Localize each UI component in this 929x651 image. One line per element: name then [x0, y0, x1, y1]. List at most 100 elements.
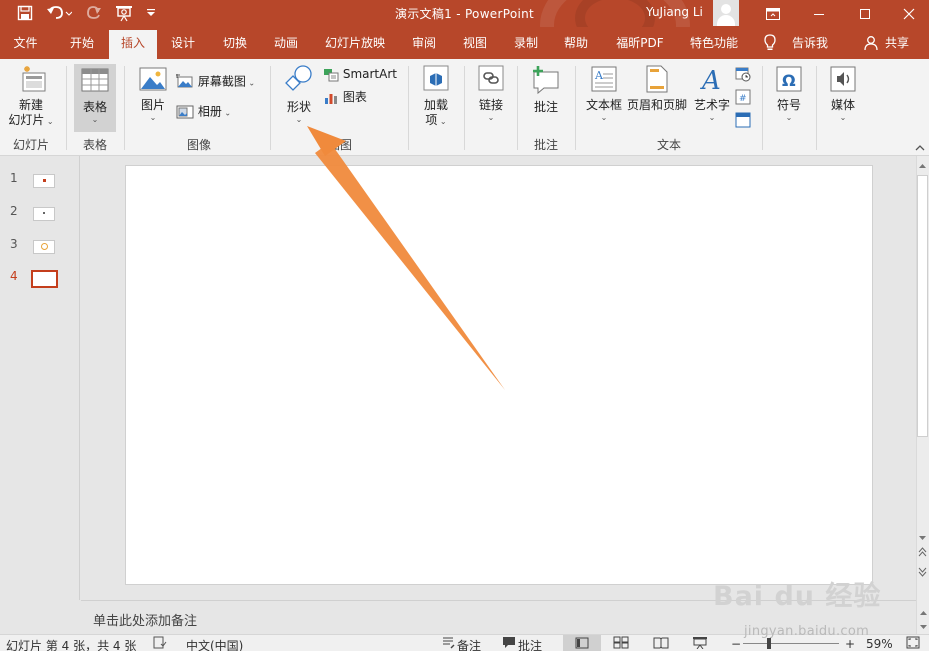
zoom-slider-thumb[interactable]: [767, 638, 772, 649]
album-button[interactable]: 相册 ⌄: [176, 104, 246, 121]
tab-special-features[interactable]: 特色功能: [682, 27, 746, 59]
symbol-label: 符号: [776, 98, 801, 112]
previous-slide-icon[interactable]: [918, 546, 927, 560]
addins-button[interactable]: 加载 项 ⌄: [416, 64, 456, 129]
tab-design[interactable]: 设计: [160, 27, 206, 59]
comment-button[interactable]: 批注: [526, 64, 566, 115]
link-button[interactable]: 链接 ⌄: [472, 64, 510, 123]
smartart-icon: [324, 68, 339, 81]
baidu-watermark-url: jingyan.baidu.com: [744, 624, 870, 639]
next-slide-icon[interactable]: [918, 566, 927, 580]
language-status[interactable]: 中文(中国): [186, 637, 243, 651]
textbox-icon: A: [591, 66, 617, 92]
tab-review[interactable]: 审阅: [402, 27, 446, 59]
tab-animations[interactable]: 动画: [263, 27, 309, 59]
table-button[interactable]: 表格 ⌄: [74, 64, 116, 132]
tell-me-search[interactable]: 告诉我: [786, 27, 834, 59]
shapes-button[interactable]: 形状 ⌄: [280, 64, 318, 125]
slide-thumbnail-4[interactable]: [31, 270, 58, 288]
tab-foxit-pdf[interactable]: 福昕PDF: [606, 27, 674, 59]
smartart-button[interactable]: SmartArt: [323, 67, 399, 82]
scroll-up-icon[interactable]: [918, 159, 927, 173]
chevron-down-icon: ⌄: [708, 113, 716, 122]
omega-icon: Ω: [776, 66, 802, 92]
tab-file[interactable]: 文件: [0, 27, 51, 59]
slide-sorter-view-icon[interactable]: [613, 636, 629, 651]
accessibility-check-icon[interactable]: [153, 636, 167, 651]
current-slide-canvas[interactable]: [125, 165, 873, 585]
slide-number-icon[interactable]: #: [735, 89, 751, 108]
zoom-in-button[interactable]: +: [845, 637, 855, 651]
notes-scrollbar[interactable]: [916, 600, 929, 634]
ribbon-display-options-icon[interactable]: [750, 0, 796, 27]
link-icon: [478, 65, 504, 91]
symbol-button[interactable]: Ω 符号 ⌄: [770, 64, 808, 123]
group-separator: [575, 66, 576, 150]
fit-to-window-icon[interactable]: [906, 636, 920, 651]
comments-toggle-button[interactable]: 批注: [518, 637, 542, 651]
slide-number: 3: [10, 237, 18, 251]
slide-thumbnail-2[interactable]: [33, 207, 55, 221]
screenshot-button[interactable]: 屏幕截图 ⌄: [176, 74, 262, 91]
notes-toggle-icon[interactable]: [441, 636, 455, 651]
normal-view-button[interactable]: [563, 635, 601, 651]
header-footer-label: 页眉和页脚: [626, 98, 687, 112]
date-time-icon[interactable]: [735, 66, 751, 85]
scroll-up-icon[interactable]: [919, 606, 928, 620]
addins-icon: [423, 65, 449, 91]
user-name[interactable]: YuJiang Li: [646, 5, 703, 19]
header-footer-button[interactable]: 页眉和页脚: [626, 64, 688, 113]
close-icon[interactable]: [888, 0, 929, 27]
scroll-down-icon[interactable]: [919, 620, 928, 634]
scroll-down-icon[interactable]: [918, 531, 927, 545]
maximize-icon[interactable]: [842, 0, 888, 27]
slide-thumbnail-3[interactable]: [33, 240, 55, 254]
tab-slideshow[interactable]: 幻灯片放映: [315, 27, 395, 59]
chart-button[interactable]: 图表: [323, 90, 383, 105]
picture-button[interactable]: 图片 ⌄: [134, 64, 172, 123]
share-button[interactable]: 共享: [880, 27, 914, 59]
chevron-down-icon: ⌄: [785, 113, 793, 122]
reading-view-icon[interactable]: [653, 636, 669, 651]
lightbulb-icon[interactable]: [760, 27, 780, 59]
shapes-icon: [285, 65, 312, 91]
tab-view[interactable]: 视图: [452, 27, 498, 59]
minimize-icon[interactable]: [796, 0, 842, 27]
slide-thumbnail-1[interactable]: [33, 174, 55, 188]
tab-record[interactable]: 录制: [504, 27, 548, 59]
media-button[interactable]: 媒体 ⌄: [824, 64, 862, 123]
tab-insert[interactable]: 插入: [109, 30, 157, 59]
tab-transitions[interactable]: 切换: [211, 27, 259, 59]
zoom-slider-track[interactable]: [743, 643, 839, 644]
share-user-icon[interactable]: [864, 27, 878, 59]
new-slide-button[interactable]: 新建 幻灯片 ⌄: [4, 64, 58, 129]
group-separator: [816, 66, 817, 150]
zoom-level[interactable]: 59%: [866, 637, 893, 651]
header-footer-icon: [646, 65, 668, 93]
notes-placeholder[interactable]: 单击此处添加备注: [93, 610, 197, 629]
svg-text:A: A: [700, 66, 721, 94]
comments-toggle-icon[interactable]: [502, 636, 516, 651]
new-slide-icon: [22, 66, 46, 92]
avatar[interactable]: [713, 0, 739, 26]
slideshow-view-icon[interactable]: [692, 636, 708, 651]
slide-thumbnails-pane: 1 2 3 4: [0, 156, 80, 600]
group-label-tables: 表格: [82, 138, 107, 152]
wordart-icon: A: [700, 66, 721, 96]
collapse-ribbon-icon[interactable]: [914, 142, 926, 156]
vertical-scrollbar-thumb[interactable]: [917, 175, 928, 437]
addins-label-1: 加载: [423, 98, 448, 112]
textbox-button[interactable]: A 文本框 ⌄: [584, 64, 624, 123]
wordart-button[interactable]: A 艺术字 ⌄: [692, 64, 732, 123]
tab-help[interactable]: 帮助: [554, 27, 598, 59]
slide-number-current: 4: [10, 269, 18, 283]
tab-home[interactable]: 开始: [56, 27, 108, 59]
group-separator: [762, 66, 763, 150]
speaker-icon: [830, 66, 856, 92]
notes-toggle-button[interactable]: 备注: [457, 637, 481, 651]
zoom-out-button[interactable]: −: [731, 637, 741, 651]
textbox-label: 文本框: [585, 98, 622, 112]
object-icon[interactable]: [735, 112, 751, 131]
ribbon-tab-bar: 文件 开始 插入 设计 切换 动画 幻灯片放映 审阅 视图 录制 帮助 福昕PD…: [0, 27, 929, 59]
chevron-down-icon: ⌄: [149, 113, 157, 122]
